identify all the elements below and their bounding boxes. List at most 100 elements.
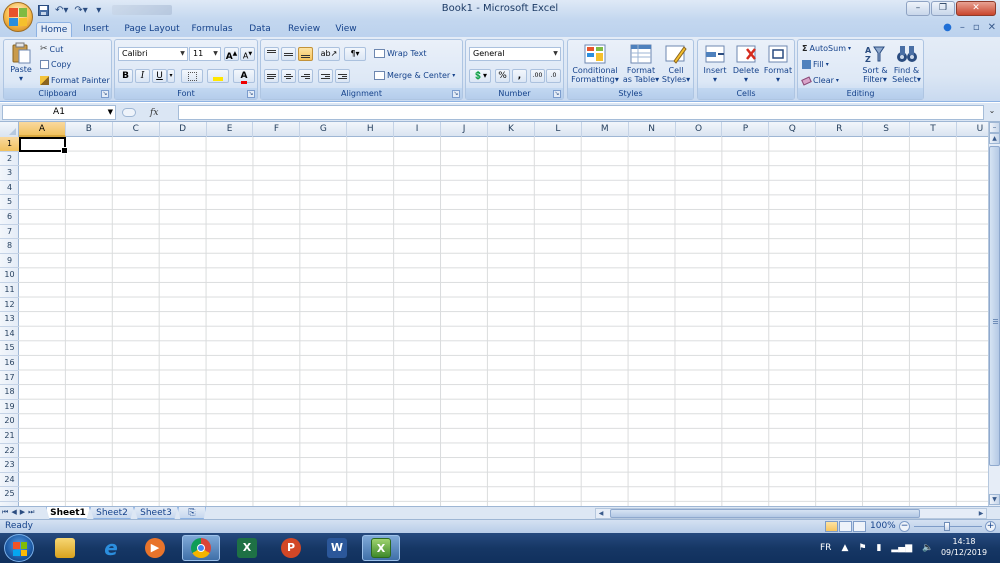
column-header-i[interactable]: I — [394, 122, 442, 137]
close-button[interactable]: ✕ — [956, 1, 996, 16]
font-size-combo[interactable]: 11 ▼ — [189, 47, 221, 61]
row-header-24[interactable]: 24 — [0, 473, 19, 488]
row-header-22[interactable]: 22 — [0, 444, 19, 459]
row-header-1[interactable]: 1 — [0, 137, 19, 152]
minimize-button[interactable]: – — [906, 1, 930, 16]
last-sheet-icon[interactable]: ⏭ — [28, 508, 34, 517]
column-header-h[interactable]: H — [347, 122, 395, 137]
center-button[interactable] — [281, 69, 296, 83]
grow-font-button[interactable]: A▲ — [224, 47, 239, 62]
show-hidden-icons-icon[interactable]: ▲ — [841, 543, 848, 553]
clear-button[interactable]: Clear ▾ — [801, 75, 839, 86]
tab-view[interactable]: View — [330, 22, 362, 37]
vertical-scroll-thumb[interactable] — [989, 146, 1000, 466]
cell-styles-button[interactable]: Cell Styles▾ — [660, 43, 692, 84]
expand-formula-bar-icon[interactable]: ⌄ — [986, 106, 998, 119]
row-header-14[interactable]: 14 — [0, 327, 19, 342]
normal-view-button[interactable] — [825, 521, 838, 532]
decrease-decimal-button[interactable]: .0 — [546, 69, 561, 83]
prev-sheet-icon[interactable]: ◀ — [11, 508, 16, 517]
first-sheet-icon[interactable]: ⏮ — [2, 508, 8, 517]
row-header-11[interactable]: 11 — [0, 283, 19, 298]
row-header-3[interactable]: 3 — [0, 166, 19, 181]
sheet-tab-sheet3[interactable]: Sheet3 — [134, 507, 178, 519]
restore-button[interactable]: ❐ — [931, 1, 955, 16]
insert-sheet-button[interactable]: ⎘ — [178, 507, 206, 519]
column-header-n[interactable]: N — [629, 122, 676, 137]
font-launcher-icon[interactable]: ↘ — [247, 90, 255, 98]
name-box[interactable]: A1 ▼ — [2, 105, 116, 120]
alignment-launcher-icon[interactable]: ↘ — [452, 90, 460, 98]
number-launcher-icon[interactable]: ↘ — [553, 90, 561, 98]
horizontal-scrollbar[interactable]: ◀ ▶ — [595, 508, 987, 519]
conditional-formatting-button[interactable]: Conditional Formatting▾ — [570, 43, 620, 84]
split-box-icon[interactable]: ⎯ — [989, 122, 1000, 133]
column-header-c[interactable]: C — [113, 122, 160, 137]
taskbar-media-player[interactable]: ▶ — [136, 535, 174, 561]
tab-insert[interactable]: Insert — [78, 22, 114, 37]
sheet-tab-sheet1[interactable]: Sheet1 — [46, 507, 90, 519]
column-header-t[interactable]: T — [910, 122, 957, 137]
row-header-21[interactable]: 21 — [0, 429, 19, 444]
font-name-combo[interactable]: Calibri ▼ — [118, 47, 188, 61]
select-all-button[interactable] — [0, 122, 19, 137]
zoom-in-button[interactable]: + — [985, 521, 996, 532]
system-clock[interactable]: 14:18 09/12/2019 — [934, 536, 994, 558]
column-header-o[interactable]: O — [676, 122, 723, 137]
shrink-font-button[interactable]: A▼ — [240, 47, 255, 61]
fill-color-button[interactable] — [207, 69, 229, 83]
row-header-10[interactable]: 10 — [0, 268, 19, 283]
row-header-23[interactable]: 23 — [0, 458, 19, 473]
tab-page-layout[interactable]: Page Layout — [122, 22, 182, 37]
taskbar-word[interactable]: W — [318, 535, 356, 561]
bold-button[interactable]: B — [118, 69, 133, 83]
format-cells-button[interactable]: Format ▾ — [762, 43, 794, 84]
align-left-button[interactable] — [264, 69, 279, 83]
start-button[interactable] — [4, 534, 34, 562]
row-header-17[interactable]: 17 — [0, 371, 19, 386]
paste-button[interactable]: Paste ▾ — [6, 42, 36, 83]
scroll-left-button[interactable]: ◀ — [596, 509, 606, 518]
row-header-18[interactable]: 18 — [0, 385, 19, 400]
page-break-preview-button[interactable] — [853, 521, 866, 532]
cell-area[interactable] — [19, 137, 988, 506]
taskbar-internet-explorer[interactable]: e — [92, 535, 130, 561]
sort-filter-button[interactable]: AZ Sort & Filter▾ — [860, 43, 890, 84]
row-header-9[interactable]: 9 — [0, 254, 19, 269]
merge-center-button[interactable]: Merge & Center ▾ — [374, 71, 455, 80]
format-painter-button[interactable]: Format Painter — [40, 76, 110, 85]
wrap-text-button[interactable]: Wrap Text — [374, 49, 427, 58]
workbook-minimize-button[interactable]: – — [960, 22, 965, 33]
increase-decimal-button[interactable]: .00 — [530, 69, 545, 83]
taskbar-file-explorer[interactable] — [46, 535, 84, 561]
decrease-indent-button[interactable] — [318, 69, 333, 83]
align-middle-button[interactable] — [281, 47, 296, 61]
row-header-13[interactable]: 13 — [0, 312, 19, 327]
column-header-q[interactable]: Q — [769, 122, 817, 137]
clipboard-launcher-icon[interactable]: ↘ — [101, 90, 109, 98]
zoom-slider-thumb[interactable] — [944, 522, 950, 531]
active-cell[interactable] — [19, 137, 68, 154]
tab-formulas[interactable]: Formulas — [188, 22, 236, 37]
taskbar-chrome[interactable] — [182, 535, 220, 561]
row-header-15[interactable]: 15 — [0, 341, 19, 356]
fill-button[interactable]: Fill ▾ — [802, 60, 829, 69]
align-bottom-button[interactable] — [298, 47, 313, 61]
format-as-table-button[interactable]: Format as Table▾ — [622, 43, 660, 84]
language-indicator[interactable]: FR — [820, 543, 831, 553]
network-icon[interactable]: ▮ — [876, 543, 881, 553]
row-header-5[interactable]: 5 — [0, 195, 19, 210]
insert-function-button[interactable]: fx — [150, 108, 158, 118]
column-header-s[interactable]: S — [863, 122, 911, 137]
tab-data[interactable]: Data — [244, 22, 276, 37]
volume-icon[interactable]: 🔈 — [922, 543, 933, 553]
help-icon[interactable]: ● — [943, 22, 952, 33]
comma-button[interactable]: , — [512, 69, 527, 83]
scroll-down-button[interactable]: ▼ — [989, 494, 1000, 505]
column-header-f[interactable]: F — [254, 122, 301, 137]
font-color-button[interactable]: A — [233, 69, 255, 84]
text-direction-button[interactable]: ¶▾ — [344, 47, 366, 61]
next-sheet-icon[interactable]: ▶ — [20, 508, 25, 517]
column-header-g[interactable]: G — [300, 122, 348, 137]
column-header-e[interactable]: E — [207, 122, 254, 137]
